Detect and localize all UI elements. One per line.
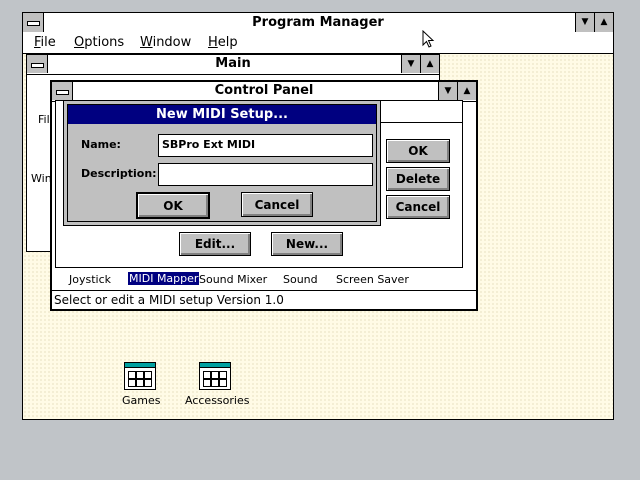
main-group-control-menu-icon[interactable] <box>27 55 48 73</box>
new-midi-setup-dialog: New MIDI Setup... Name: SBPro Ext MIDI D… <box>63 100 381 226</box>
program-manager-titlebar[interactable]: Program Manager <box>23 13 613 34</box>
icon-sound-mixer[interactable]: Sound Mixer <box>199 273 267 286</box>
menu-options[interactable]: Options <box>74 35 124 50</box>
program-manager-menubar: File Options Window Help <box>23 33 613 54</box>
control-panel-title: Control Panel <box>214 83 314 98</box>
minimize-icon[interactable]: ▼ <box>575 13 594 32</box>
description-label: Description: <box>81 167 157 180</box>
control-panel-control-menu-icon[interactable] <box>52 82 73 100</box>
status-text: Select or edit a MIDI setup Version 1.0 <box>54 293 284 307</box>
name-input[interactable]: SBPro Ext MIDI <box>158 134 373 157</box>
program-manager-title: Program Manager <box>252 15 384 30</box>
accessories-group-icon[interactable] <box>199 362 231 390</box>
midi-cancel-button[interactable]: Cancel <box>386 195 450 219</box>
midi-delete-button[interactable]: Delete <box>386 167 450 191</box>
control-panel-titlebar[interactable]: Control Panel <box>52 82 476 102</box>
dialog-ok-button[interactable]: OK <box>136 192 210 219</box>
icon-midi-mapper[interactable]: MIDI Mapper <box>128 272 200 285</box>
dialog-title: New MIDI Setup... <box>156 107 288 122</box>
games-group-icon[interactable] <box>124 362 156 390</box>
dialog-cancel-button[interactable]: Cancel <box>241 192 313 217</box>
icon-sound[interactable]: Sound <box>283 273 318 286</box>
program-manager-control-menu-icon[interactable] <box>23 13 44 32</box>
control-panel-status-bar: Select or edit a MIDI setup Version 1.0 <box>52 290 476 309</box>
description-input[interactable] <box>158 163 373 186</box>
icon-screen-saver[interactable]: Screen Saver <box>336 273 409 286</box>
cp-maximize-icon[interactable]: ▲ <box>457 82 476 100</box>
dialog-titlebar[interactable]: New MIDI Setup... <box>68 105 376 124</box>
main-group-title: Main <box>215 56 251 71</box>
main-minimize-icon[interactable]: ▼ <box>401 55 420 73</box>
name-label: Name: <box>81 138 121 151</box>
mouse-cursor-icon <box>422 30 435 48</box>
maximize-icon[interactable]: ▲ <box>594 13 613 32</box>
menu-help[interactable]: Help <box>208 35 238 50</box>
midi-mapper-divider <box>376 122 462 123</box>
main-icon-label-win[interactable]: Win <box>31 172 52 185</box>
menu-file[interactable]: File <box>34 35 56 50</box>
cp-minimize-icon[interactable]: ▼ <box>438 82 457 100</box>
menu-window[interactable]: Window <box>140 35 191 50</box>
icon-joystick[interactable]: Joystick <box>69 273 111 286</box>
main-group-titlebar[interactable]: Main <box>27 55 439 75</box>
midi-new-button[interactable]: New... <box>271 232 343 256</box>
main-maximize-icon[interactable]: ▲ <box>420 55 439 73</box>
midi-edit-button[interactable]: Edit... <box>179 232 251 256</box>
accessories-label[interactable]: Accessories <box>185 394 249 407</box>
midi-ok-button[interactable]: OK <box>386 139 450 163</box>
games-label[interactable]: Games <box>122 394 160 407</box>
